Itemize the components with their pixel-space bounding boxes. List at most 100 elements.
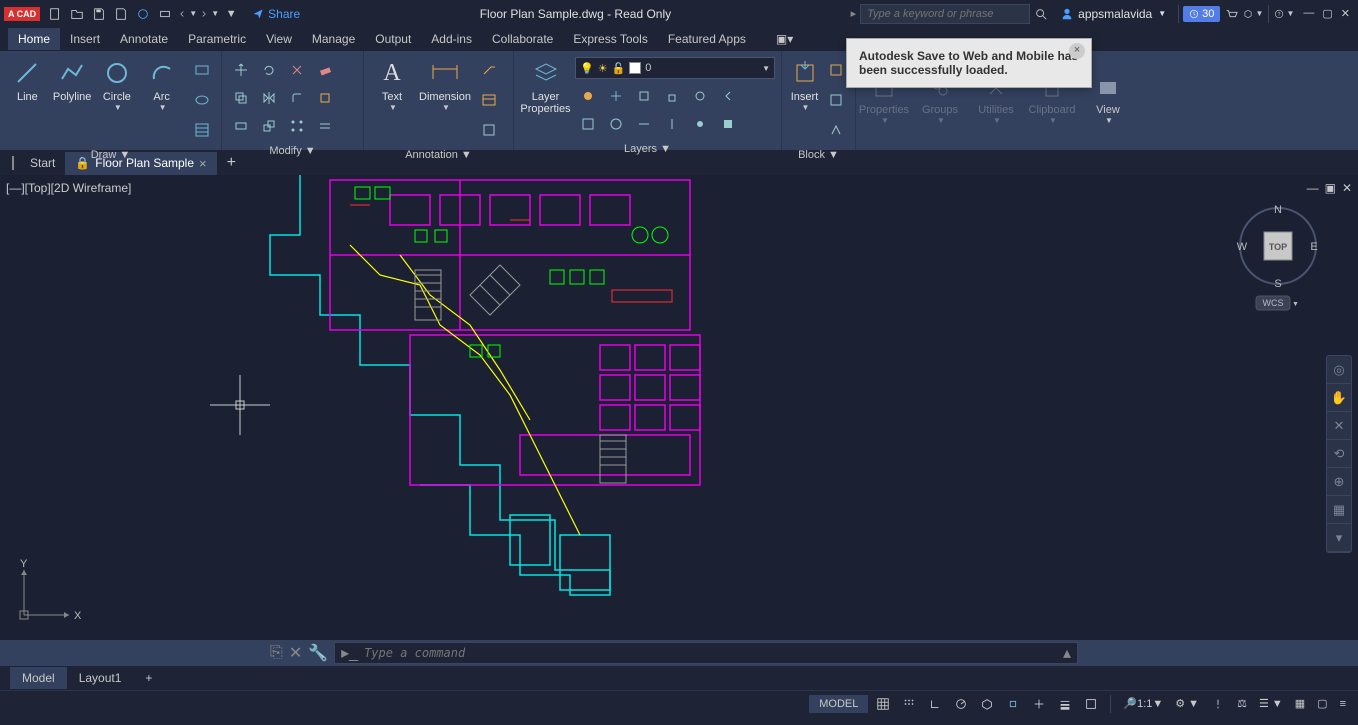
tab-manage[interactable]: Manage — [302, 28, 365, 50]
scale-tool[interactable] — [256, 113, 282, 139]
showmotion-icon[interactable]: ⊕ — [1327, 468, 1351, 496]
status-annoscale-icon[interactable]: ⚖ — [1233, 695, 1251, 712]
status-osnap-icon[interactable] — [1002, 695, 1024, 713]
circle-tool[interactable]: Circle▼ — [96, 57, 139, 112]
layer-tool-e[interactable] — [687, 111, 713, 137]
ribbon-minimize-icon[interactable]: ▣▾ — [776, 32, 793, 46]
ellipse-tool[interactable] — [189, 87, 215, 113]
status-model-space[interactable]: MODEL — [809, 695, 868, 713]
tab-parametric[interactable]: Parametric — [178, 28, 256, 50]
layout-tab-layout1[interactable]: Layout1 — [67, 667, 134, 689]
table-tool[interactable] — [476, 87, 502, 113]
tab-output[interactable]: Output — [365, 28, 421, 50]
status-workspace-icon[interactable]: ☰ ▼ — [1255, 695, 1287, 712]
line-tool[interactable]: Line — [6, 57, 49, 103]
panel-block-label[interactable]: Block ▼ — [784, 147, 853, 163]
layout-tab-model[interactable]: Model — [10, 667, 67, 689]
nav-dropdown-icon[interactable]: ▾ — [1327, 524, 1351, 552]
tab-home[interactable]: Home — [8, 28, 60, 50]
vp-minimize-icon[interactable]: — — [1307, 181, 1319, 195]
insert-tool[interactable]: Insert▼ — [788, 57, 821, 112]
trial-badge[interactable]: 30 — [1183, 6, 1220, 22]
tab-express[interactable]: Express Tools — [563, 28, 657, 50]
cmd-recent-icon[interactable]: ▴ — [1063, 643, 1071, 663]
toast-close-icon[interactable]: × — [1069, 43, 1085, 59]
ucs-icon[interactable]: X Y — [14, 555, 84, 630]
command-input[interactable] — [364, 646, 1057, 660]
cmd-close-icon[interactable]: ✕ — [289, 643, 302, 663]
panel-layers-label[interactable]: Layers ▼ — [516, 141, 779, 157]
status-snap-icon[interactable] — [898, 695, 920, 713]
hatch-tool[interactable] — [189, 117, 215, 143]
app-store-icon[interactable]: ▼ — [1243, 4, 1263, 24]
vp-maximize-icon[interactable]: ▣ — [1325, 181, 1336, 195]
cmd-history-icon[interactable]: ⎘ — [270, 644, 283, 662]
tab-addins[interactable]: Add-ins — [421, 28, 482, 50]
search-icon[interactable] — [1031, 4, 1051, 24]
tab-annotate[interactable]: Annotate — [110, 28, 178, 50]
layer-prev-tool[interactable] — [715, 83, 741, 109]
new-icon[interactable] — [45, 4, 65, 24]
save-icon[interactable] — [89, 4, 109, 24]
rectangle-tool[interactable] — [189, 57, 215, 83]
tab-featured[interactable]: Featured Apps — [658, 28, 756, 50]
panel-annotation-label[interactable]: Annotation ▼ — [366, 147, 511, 163]
close-button[interactable]: ✕ — [1341, 7, 1350, 20]
text-tool[interactable]: AText▼ — [370, 57, 414, 112]
qat-dropdown-icon[interactable]: ▼ — [221, 4, 241, 24]
stretch-tool[interactable] — [228, 113, 254, 139]
tab-insert[interactable]: Insert — [60, 28, 110, 50]
status-scale[interactable]: 🔎 1:1 ▼ — [1119, 695, 1167, 712]
move-tool[interactable] — [228, 57, 254, 83]
search-arrow-icon[interactable]: ▸ — [851, 7, 857, 20]
attr-tool[interactable] — [823, 117, 849, 143]
status-annomonitor-icon[interactable] — [1207, 695, 1229, 713]
web-save-icon[interactable] — [133, 4, 153, 24]
tab-view[interactable]: View — [256, 28, 302, 50]
new-layout-tab[interactable]: + — [133, 667, 164, 689]
status-gear-icon[interactable]: ⚙ ▼ — [1171, 695, 1203, 712]
maximize-button[interactable]: ▢ — [1322, 7, 1332, 20]
layer-off-tool[interactable] — [575, 83, 601, 109]
viewport-label[interactable]: [—][Top][2D Wireframe] — [6, 181, 131, 195]
status-customize-icon[interactable]: ≡ — [1336, 696, 1350, 712]
zoom-extents-icon[interactable]: ✕ — [1327, 412, 1351, 440]
array-tool[interactable] — [284, 113, 310, 139]
arc-tool[interactable]: Arc▼ — [140, 57, 183, 112]
status-transparency-icon[interactable] — [1080, 695, 1102, 713]
layer-tool-d[interactable] — [659, 111, 685, 137]
orbit-icon[interactable]: ⟲ — [1327, 440, 1351, 468]
command-input-wrap[interactable]: ▸_ ▴ — [334, 642, 1078, 664]
status-polar-icon[interactable] — [950, 695, 972, 713]
wipeout-tool[interactable] — [476, 117, 502, 143]
undo-icon[interactable]: ▼ — [177, 4, 197, 24]
share-button[interactable]: Share — [252, 7, 300, 21]
layer-iso-tool[interactable] — [631, 83, 657, 109]
viewcube[interactable]: N S W E TOP WCS ▼ — [1228, 201, 1328, 301]
layer-freeze-tool[interactable] — [603, 83, 629, 109]
trim-tool[interactable] — [284, 57, 310, 83]
rotate-tool[interactable] — [256, 57, 282, 83]
copy-tool[interactable] — [228, 85, 254, 111]
polyline-tool[interactable]: Polyline — [51, 57, 94, 103]
layer-properties-tool[interactable]: Layer Properties — [520, 57, 571, 137]
panel-draw-label[interactable]: Draw ▼ — [2, 147, 219, 163]
user-menu[interactable]: appsmalavida ▼ — [1060, 7, 1166, 21]
cmd-custom-icon[interactable]: 🔧 — [308, 643, 328, 663]
status-otrack-icon[interactable] — [1028, 695, 1050, 713]
full-nav-wheel-icon[interactable]: ◎ — [1327, 356, 1351, 384]
status-grid-icon[interactable] — [872, 695, 894, 713]
layer-dropdown[interactable]: 💡 ☀ 🔓 0 ▼ — [575, 57, 775, 79]
status-isodraft-icon[interactable] — [976, 695, 998, 713]
vp-close-icon[interactable]: ✕ — [1342, 181, 1352, 195]
minimize-button[interactable]: — — [1303, 7, 1314, 20]
status-ortho-icon[interactable] — [924, 695, 946, 713]
fillet-tool[interactable] — [284, 85, 310, 111]
nav-collapse-icon[interactable]: ▦ — [1327, 496, 1351, 524]
leader-tool[interactable] — [476, 57, 502, 83]
plot-icon[interactable] — [155, 4, 175, 24]
status-cleanscreen-icon[interactable]: ▢ — [1313, 695, 1331, 712]
panel-modify-label[interactable]: Modify ▼ — [224, 143, 361, 159]
dimension-tool[interactable]: Dimension▼ — [416, 57, 474, 112]
layer-tool-c[interactable] — [631, 111, 657, 137]
